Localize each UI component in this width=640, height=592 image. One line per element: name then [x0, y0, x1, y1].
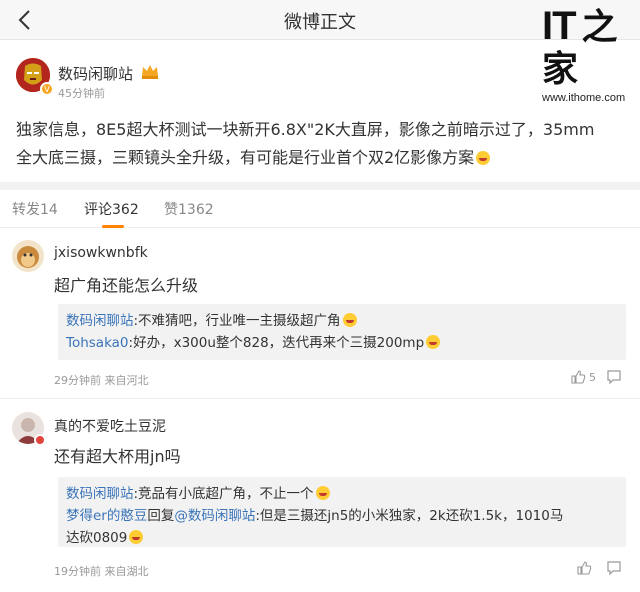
user-level-badge-icon: [34, 434, 46, 446]
reply-username[interactable]: 数码闲聊站: [66, 486, 134, 502]
like-button[interactable]: [577, 561, 592, 575]
comment-time: 19分钟前: [54, 565, 101, 578]
comment-text: 还有超大杯用jn吗: [54, 447, 181, 466]
thumbs-up-icon: [571, 370, 586, 384]
post-author-name[interactable]: 数码闲聊站: [58, 63, 133, 84]
reply-username[interactable]: 数码闲聊站: [66, 313, 134, 329]
post-body: 独家信息，8E5超大杯测试一块新开6.8X"2K大直屏，影像之前暗示过了，35m…: [16, 116, 626, 172]
ithome-logo: IT 之家: [542, 4, 618, 90]
reply-thread[interactable]: 数码闲聊站:不难猜吧，行业唯一主摄级超广角 Tohsaka0:好办，x300u整…: [58, 304, 626, 360]
reply-item: 数码闲聊站:竞品有小底超广角，不止一个: [66, 483, 618, 505]
reply-item: Tohsaka0:好办，x300u整个828，迭代再来个三摄200mp: [66, 332, 618, 354]
comment-reply-icon[interactable]: [606, 560, 622, 576]
section-gap: [0, 182, 640, 190]
comment-avatar[interactable]: [12, 240, 44, 272]
comment-divider: [0, 398, 640, 399]
comment-location: 来自湖北: [104, 565, 149, 578]
thumbs-up-icon: [577, 561, 592, 575]
reply-item-continued: 达砍0809: [66, 527, 618, 549]
tongue-emoji-icon: [315, 486, 330, 500]
reply-username[interactable]: Tohsaka0: [66, 335, 129, 351]
reply-thread[interactable]: 数码闲聊站:竞品有小底超广角，不止一个 梦得er的憨豆回复@数码闲聊站:但是三摄…: [58, 477, 626, 547]
reply-mention[interactable]: @数码闲聊站: [174, 508, 255, 524]
reply-item: 数码闲聊站:不难猜吧，行业唯一主摄级超广角: [66, 310, 618, 332]
post-text-line2: 全大底三摄，三颗镜头全升级，有可能是行业首个双2亿影像方案: [16, 148, 475, 167]
monkey-avatar-icon: [12, 240, 44, 272]
tab-comments[interactable]: 评论362: [84, 199, 139, 219]
tongue-emoji-icon: [476, 151, 491, 165]
post-time: 45分钟前: [58, 87, 105, 100]
crown-icon: [142, 65, 158, 79]
ithome-watermark: IT 之家 www.ithome.com: [542, 6, 632, 104]
comment-time: 29分钟前: [54, 374, 101, 387]
tongue-emoji-icon: [342, 313, 357, 327]
like-count: 5: [589, 370, 596, 384]
like-button[interactable]: 5: [571, 370, 596, 384]
active-tab-indicator: [102, 225, 124, 228]
reply-item: 梦得er的憨豆回复@数码闲聊站:但是三摄还jn5的小米独家，2k还砍1.5k，1…: [66, 508, 564, 524]
comment-reply-icon[interactable]: [606, 369, 622, 385]
post-tabs: 转发14 评论362 赞1362: [0, 190, 640, 228]
comment-username[interactable]: jxisowkwnbfk: [54, 245, 148, 261]
comment-username[interactable]: 真的不爱吃土豆泥: [54, 416, 166, 436]
comment-location: 来自河北: [104, 374, 149, 387]
comment-meta: 19分钟前 来自湖北: [54, 563, 149, 579]
comment-meta: 29分钟前 来自河北: [54, 372, 149, 388]
verified-badge-icon: V: [40, 82, 54, 96]
post-text-line1: 独家信息，8E5超大杯测试一块新开6.8X"2K大直屏，影像之前暗示过了，35m…: [16, 120, 595, 139]
tab-likes[interactable]: 赞1362: [164, 199, 214, 219]
laugh-emoji-icon: [129, 530, 144, 544]
grin-emoji-icon: [426, 335, 441, 349]
tab-reposts[interactable]: 转发14: [12, 199, 58, 219]
reply-username[interactable]: 梦得er的憨豆: [66, 508, 147, 524]
comment-text: 超广角还能怎么升级: [54, 276, 199, 295]
ithome-url: www.ithome.com: [542, 92, 626, 104]
